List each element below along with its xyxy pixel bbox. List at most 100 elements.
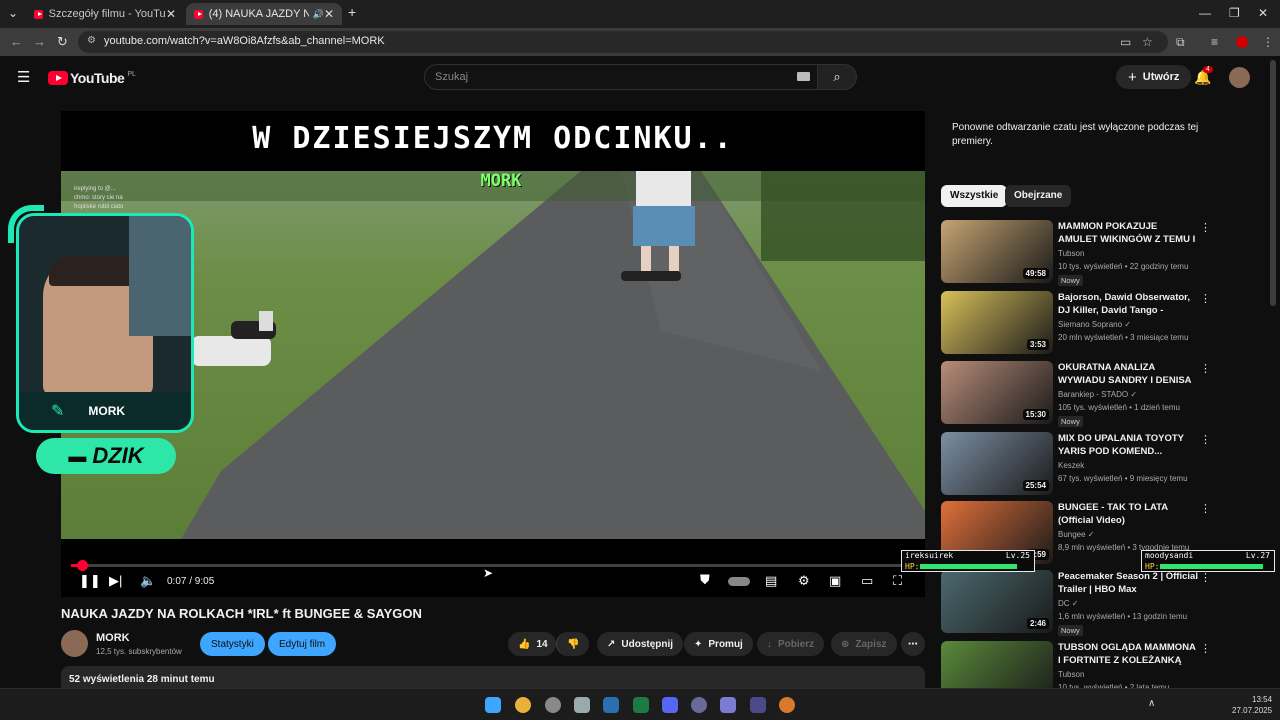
rec-channel[interactable]: Bungee ✓ xyxy=(1058,530,1095,539)
share-icon: ↗ xyxy=(607,638,616,650)
settings-gear-icon[interactable]: ⚙ xyxy=(798,573,810,589)
channel-avatar[interactable] xyxy=(61,630,88,657)
tab-video[interactable]: (4) NAUKA JAZDY NA ROLKACH 🔊 ✕ xyxy=(186,3,342,25)
app-icon[interactable] xyxy=(691,697,707,713)
more-dots-icon[interactable]: ⋮ xyxy=(1200,292,1211,305)
menu-dots-icon[interactable]: ⋮ xyxy=(1262,35,1274,49)
stats-button[interactable]: Statystyki xyxy=(200,632,265,656)
keyboard-icon[interactable] xyxy=(797,72,810,81)
close-window-icon[interactable]: ✕ xyxy=(1258,6,1268,20)
theater-icon[interactable]: ▭ xyxy=(861,573,873,589)
tab-search-icon[interactable]: ⌄ xyxy=(8,6,18,20)
app-icon[interactable] xyxy=(750,697,766,713)
more-dots-icon[interactable]: ⋮ xyxy=(1200,642,1211,655)
app-icon[interactable] xyxy=(779,697,795,713)
rec-title[interactable]: OKURATNA ANALIZA WYWIADU SANDRY I DENISA xyxy=(1058,361,1198,387)
excel-icon[interactable] xyxy=(633,697,649,713)
search-button[interactable]: ⌕ xyxy=(817,64,857,90)
minimize-icon[interactable]: — xyxy=(1199,6,1211,20)
like-button[interactable]: 👍 14 xyxy=(508,632,556,656)
recommendation-item[interactable]: 49:58 MAMMON POKAZUJE AMULET WIKINGÓW Z T… xyxy=(941,220,1211,286)
speaker-icon[interactable]: 🔊 xyxy=(313,9,324,20)
hamburger-menu-icon[interactable]: ☰ xyxy=(17,68,30,86)
site-info-icon[interactable]: ⚙ xyxy=(87,35,96,46)
app-icon[interactable] xyxy=(720,697,736,713)
bookmark-star-icon[interactable]: ☆ xyxy=(1142,35,1153,49)
subtitles-icon[interactable]: ▤ xyxy=(765,573,777,589)
share-button[interactable]: ↗ Udostępnij xyxy=(597,632,684,656)
chip-watched[interactable]: Obejrzane xyxy=(1005,185,1072,207)
cast-icon[interactable]: ▭ xyxy=(1120,35,1131,49)
more-dots-icon[interactable]: ⋮ xyxy=(1200,221,1211,234)
forward-icon[interactable]: → xyxy=(33,34,46,49)
create-button[interactable]: + Utwórz xyxy=(1116,65,1192,89)
channel-name[interactable]: MORK xyxy=(96,632,130,644)
maximize-icon[interactable]: ❐ xyxy=(1229,6,1240,20)
promote-button[interactable]: ✦ Promuj xyxy=(684,632,753,656)
pause-icon[interactable]: ❚❚ xyxy=(79,573,101,589)
video-thumbnail[interactable]: 49:58 xyxy=(941,220,1053,283)
close-icon[interactable]: ✕ xyxy=(166,7,176,21)
more-dots-icon[interactable]: ⋮ xyxy=(1200,502,1211,515)
reload-icon[interactable]: ↻ xyxy=(57,34,68,50)
download-button[interactable]: ↓ Pobierz xyxy=(757,632,825,656)
page-scrollbar[interactable] xyxy=(1270,60,1276,306)
miniplayer-icon[interactable]: ▣ xyxy=(829,573,841,589)
discord-icon[interactable] xyxy=(662,697,678,713)
rec-title[interactable]: Bajorson, Dawid Obserwator, DJ Killer, D… xyxy=(1058,291,1198,317)
video-thumbnail[interactable]: 25:54 xyxy=(941,432,1053,495)
app-icon[interactable] xyxy=(574,697,590,713)
chip-all[interactable]: Wszystkie xyxy=(941,185,1008,207)
video-thumbnail[interactable]: 3:53 xyxy=(941,291,1053,354)
close-icon[interactable]: ✕ xyxy=(324,7,334,21)
progress-handle[interactable] xyxy=(76,560,88,571)
windows-start-icon[interactable] xyxy=(485,697,501,713)
recommendation-item[interactable]: 3:53 Bajorson, Dawid Obserwator, DJ Kille… xyxy=(941,291,1211,357)
fullscreen-icon[interactable]: ⛶ xyxy=(893,573,902,589)
media-icon[interactable]: ≡ xyxy=(1211,35,1218,49)
rec-title[interactable]: MAMMON POKAZUJE AMULET WIKINGÓW Z TEMU I… xyxy=(1058,220,1198,246)
rec-channel[interactable]: Tubson xyxy=(1058,249,1084,258)
video-thumbnail[interactable]: 2:46 xyxy=(941,570,1053,633)
more-dots-icon[interactable]: ⋮ xyxy=(1200,571,1211,584)
steam-icon[interactable] xyxy=(603,697,619,713)
extensions-icon[interactable]: ⧉ xyxy=(1176,35,1185,50)
rec-channel[interactable]: Tubson xyxy=(1058,670,1084,679)
more-dots-icon: ⋯ xyxy=(908,638,918,650)
back-icon[interactable]: ← xyxy=(10,34,23,49)
more-actions-button[interactable]: ⋯ xyxy=(901,632,925,656)
tab-studio[interactable]: Szczegóły filmu - YouTube Studio ✕ xyxy=(26,3,184,25)
app-icon[interactable] xyxy=(545,697,561,713)
youtube-logo[interactable]: YouTube PL xyxy=(48,70,136,86)
more-dots-icon[interactable]: ⋮ xyxy=(1200,433,1211,446)
rec-channel[interactable]: Keszek xyxy=(1058,461,1084,470)
recommendation-item[interactable]: 2:46 Peacemaker Season 2 | Official Trail… xyxy=(941,570,1211,636)
shield-icon[interactable]: ⛊ xyxy=(700,572,710,588)
save-button[interactable]: ⊕ Zapisz xyxy=(831,632,897,656)
search-input[interactable]: Szukaj xyxy=(424,64,818,90)
volume-icon[interactable]: 🔈 xyxy=(140,573,156,589)
account-avatar[interactable] xyxy=(1229,67,1250,88)
video-thumbnail[interactable]: 15:30 xyxy=(941,361,1053,424)
recommendation-item[interactable]: 15:30 OKURATNA ANALIZA WYWIADU SANDRY I D… xyxy=(941,361,1211,427)
rec-title[interactable]: TUBSON OGLĄDA MAMMONA I FORTNITE Z KOLEŻ… xyxy=(1058,641,1198,667)
address-bar[interactable]: ⚙ youtube.com/watch?v=aW8Oi8Afzfs&ab_cha… xyxy=(78,31,1168,53)
rec-title[interactable]: MIX DO UPALANIA TOYOTY YARIS POD KOMEND.… xyxy=(1058,432,1198,458)
next-icon[interactable]: ▶| xyxy=(109,573,122,589)
rec-title[interactable]: Peacemaker Season 2 | Official Trailer |… xyxy=(1058,570,1198,596)
rec-channel[interactable]: DC ✓ xyxy=(1058,599,1078,608)
chrome-icon[interactable] xyxy=(515,697,531,713)
rec-channel[interactable]: Siemano Soprano ✓ xyxy=(1058,320,1131,329)
rec-title[interactable]: BUNGEE - TAK TO LATA (Official Video) xyxy=(1058,501,1198,527)
clock-time: 13:54 xyxy=(1252,695,1273,704)
edit-video-button[interactable]: Edytuj film xyxy=(268,632,337,656)
more-dots-icon[interactable]: ⋮ xyxy=(1200,362,1211,375)
profile-icon[interactable] xyxy=(1236,36,1248,48)
rec-channel[interactable]: Barankiep - STADO ✓ xyxy=(1058,390,1137,399)
dislike-button[interactable]: 👎 xyxy=(556,632,589,656)
autoplay-toggle[interactable] xyxy=(728,577,750,586)
tray-chevron-icon[interactable]: ∧ xyxy=(1148,698,1155,709)
recommendation-item[interactable]: 25:54 MIX DO UPALANIA TOYOTY YARIS POD KO… xyxy=(941,432,1211,498)
system-clock[interactable]: 13:54 27.07.2025 xyxy=(1232,694,1272,716)
new-tab-icon[interactable]: + xyxy=(348,4,356,20)
